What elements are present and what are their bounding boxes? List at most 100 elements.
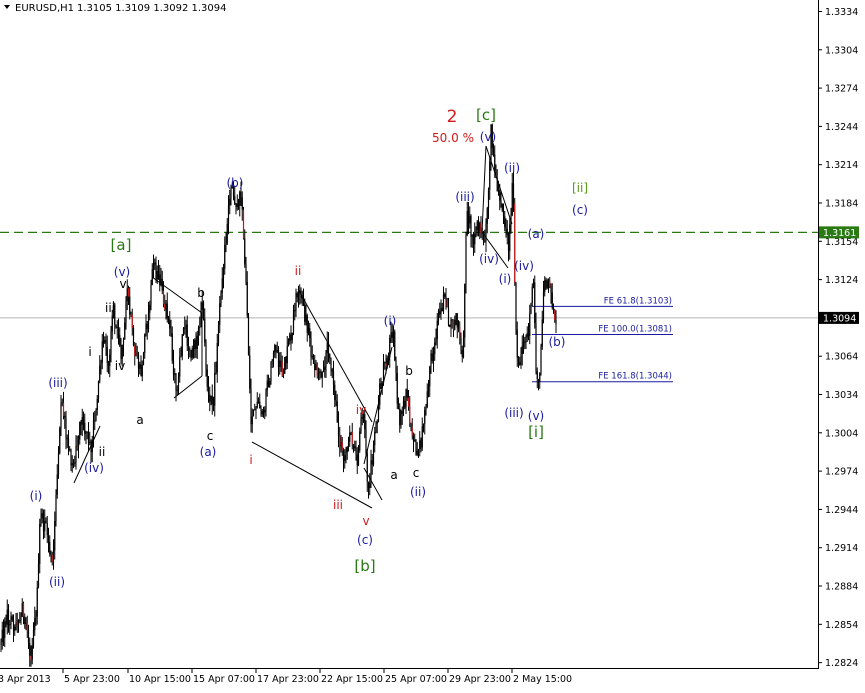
chart-background bbox=[0, 0, 865, 693]
candle bbox=[224, 236, 226, 275]
candle bbox=[311, 345, 313, 360]
candle bbox=[284, 357, 286, 374]
candle bbox=[517, 356, 520, 368]
candle bbox=[60, 394, 62, 437]
wave-label: (iv) bbox=[514, 259, 534, 273]
candle bbox=[459, 321, 461, 345]
fib-extension-label: FE 100.0(1.3081) bbox=[598, 325, 672, 335]
candle bbox=[312, 354, 315, 365]
candle bbox=[26, 615, 28, 638]
candle bbox=[116, 320, 118, 339]
candle bbox=[462, 330, 465, 359]
wave-label: a bbox=[136, 413, 143, 427]
candle bbox=[537, 378, 540, 391]
candle bbox=[74, 455, 76, 467]
wave-label: [a] bbox=[111, 236, 132, 254]
candle bbox=[540, 343, 542, 376]
candle bbox=[194, 338, 196, 359]
candle bbox=[146, 320, 148, 340]
candle bbox=[165, 300, 167, 320]
candle bbox=[425, 404, 427, 416]
candle bbox=[62, 391, 65, 420]
candle bbox=[474, 222, 476, 253]
candle bbox=[214, 362, 216, 417]
candle bbox=[221, 267, 223, 300]
candle bbox=[71, 455, 73, 473]
candle bbox=[75, 435, 77, 470]
candle bbox=[365, 420, 367, 457]
candle bbox=[125, 296, 127, 330]
candle bbox=[179, 348, 181, 383]
candle bbox=[31, 637, 33, 665]
candle bbox=[320, 369, 322, 379]
candle bbox=[92, 412, 95, 448]
x-tick-label: 25 Apr 07:00 bbox=[385, 674, 447, 685]
candle bbox=[275, 344, 277, 359]
candle bbox=[292, 304, 295, 336]
candle bbox=[136, 345, 138, 359]
candle bbox=[187, 336, 190, 359]
candle bbox=[414, 433, 416, 443]
candle bbox=[419, 431, 421, 457]
candle bbox=[359, 427, 361, 453]
candle bbox=[110, 325, 112, 363]
candle bbox=[552, 303, 555, 314]
candle bbox=[307, 320, 310, 336]
candle bbox=[344, 449, 346, 469]
candle bbox=[379, 378, 381, 410]
fib-extension-label: FE 161.8(1.3044) bbox=[598, 372, 672, 382]
wave-label: (iv) bbox=[479, 252, 499, 266]
wave-label: a bbox=[390, 468, 397, 482]
candle bbox=[217, 320, 220, 347]
candle bbox=[57, 446, 60, 479]
candle bbox=[122, 337, 125, 357]
candle bbox=[186, 315, 188, 351]
candle bbox=[152, 254, 155, 279]
candle bbox=[444, 292, 446, 299]
candle bbox=[405, 388, 407, 414]
candle bbox=[87, 422, 90, 452]
wave-label: b bbox=[405, 364, 413, 378]
candle bbox=[220, 290, 222, 308]
candle bbox=[21, 598, 23, 618]
candle bbox=[139, 361, 141, 375]
candle bbox=[192, 339, 195, 359]
candle bbox=[429, 365, 431, 397]
wave-label: (ii) bbox=[504, 161, 520, 175]
candle bbox=[291, 332, 293, 344]
candle bbox=[67, 430, 70, 456]
candle bbox=[436, 313, 438, 349]
candle bbox=[244, 229, 246, 268]
candle bbox=[392, 325, 395, 347]
candle bbox=[59, 426, 61, 455]
candle bbox=[521, 335, 523, 366]
candle bbox=[321, 371, 323, 388]
candle bbox=[489, 156, 491, 200]
candle bbox=[437, 308, 440, 326]
candle bbox=[399, 403, 401, 433]
candle bbox=[261, 408, 263, 418]
chart-header[interactable]: EURUSD,H1 1.3105 1.3109 1.3092 1.3094 bbox=[4, 3, 227, 14]
wave-label: iv bbox=[356, 403, 366, 417]
candle bbox=[44, 509, 46, 538]
candle bbox=[236, 194, 238, 211]
candle bbox=[105, 333, 107, 356]
candle bbox=[97, 380, 100, 403]
candle bbox=[305, 304, 307, 326]
candle bbox=[5, 614, 7, 628]
wave-label: v bbox=[119, 277, 126, 291]
wave-label: (v) bbox=[480, 130, 496, 144]
candle bbox=[12, 614, 15, 643]
candle bbox=[129, 286, 131, 320]
ohlc-values: 1.3105 1.3109 1.3092 1.3094 bbox=[77, 3, 227, 14]
candle bbox=[130, 311, 132, 317]
candle bbox=[235, 203, 237, 215]
candle bbox=[352, 443, 355, 453]
candle bbox=[546, 278, 548, 290]
candle bbox=[480, 216, 482, 239]
candle bbox=[222, 263, 225, 289]
candle bbox=[61, 398, 63, 407]
candle bbox=[452, 319, 455, 338]
candle bbox=[40, 508, 42, 527]
candle bbox=[340, 434, 342, 453]
